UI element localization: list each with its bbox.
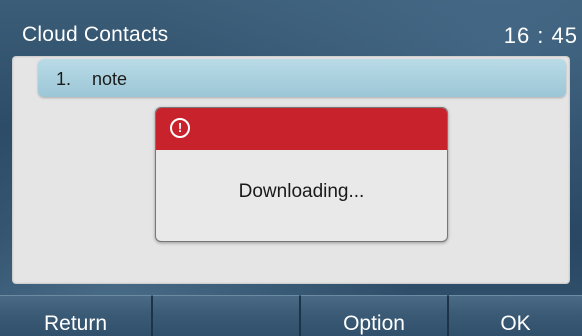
page-title: Cloud Contacts	[22, 23, 169, 46]
list-item-number: 1.	[56, 69, 72, 89]
download-dialog: ! Downloading...	[155, 107, 448, 242]
dialog-message: Downloading...	[238, 181, 365, 202]
softkey-2-button[interactable]	[153, 295, 301, 336]
ok-button[interactable]: OK	[449, 295, 582, 336]
phone-screen: Cloud Contacts 16 : 45 1. note ! Downloa…	[0, 0, 582, 336]
clock: 16 : 45	[503, 23, 578, 48]
title-bar: Cloud Contacts 16 : 45	[0, 0, 582, 56]
list-item-label: note	[92, 69, 128, 89]
list-item-note[interactable]: 1. note	[38, 59, 566, 97]
contacts-panel: 1. note ! Downloading...	[12, 56, 570, 284]
softkey-bar: Return Option OK	[0, 295, 582, 336]
return-button[interactable]: Return	[0, 295, 153, 336]
alert-icon: !	[170, 118, 190, 138]
option-button[interactable]: Option	[301, 295, 449, 336]
dialog-header: !	[156, 108, 447, 150]
